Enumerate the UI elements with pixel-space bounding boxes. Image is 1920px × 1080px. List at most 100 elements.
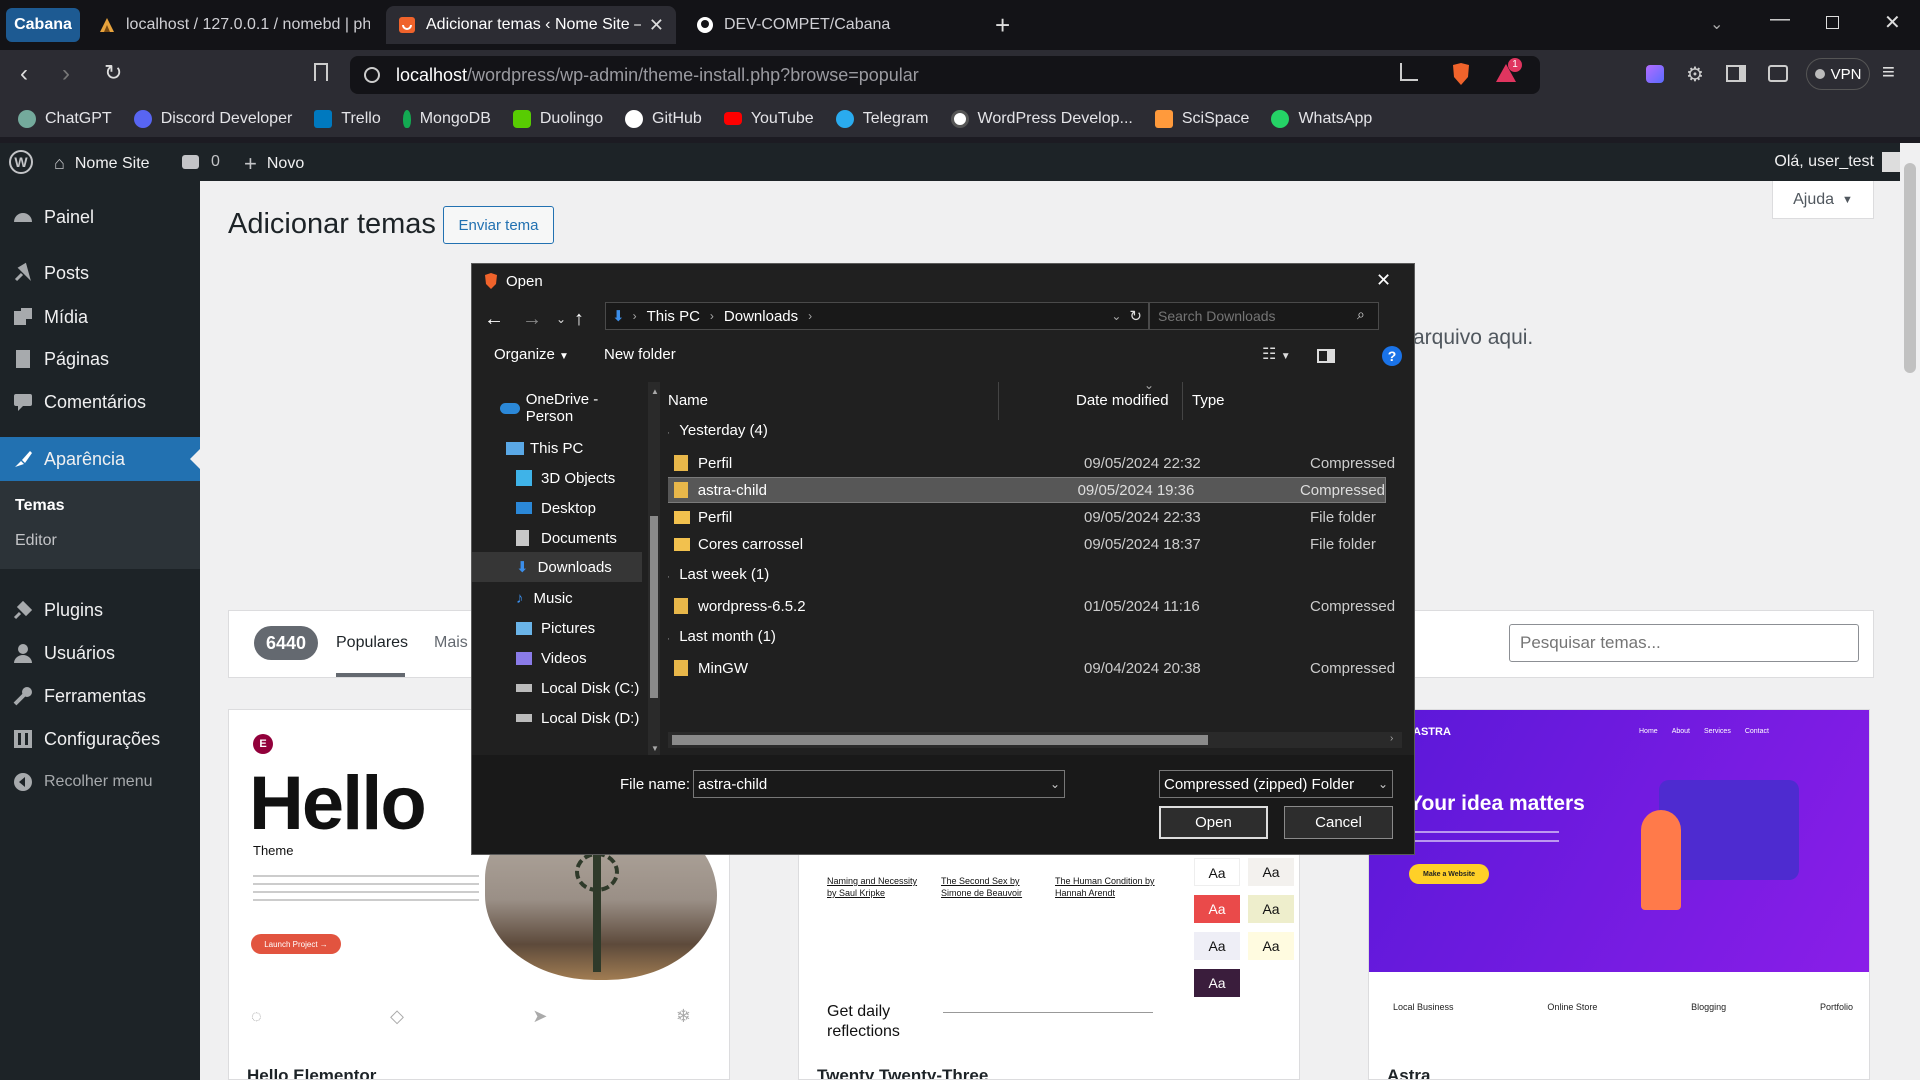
file-row[interactable]: Perfil 09/05/2024 22:33 File folder [668, 504, 1398, 530]
column-header-name[interactable]: Name [668, 392, 708, 409]
menu-comentarios[interactable]: Comentários [0, 382, 200, 422]
tab-phpmyadmin[interactable]: localhost / 127.0.0.1 / nomebd | php [98, 6, 370, 44]
preview-pane-icon[interactable] [1317, 349, 1335, 363]
comments-link[interactable]: 0 [182, 153, 220, 171]
back-arrow-icon[interactable]: ← [484, 308, 504, 331]
wordpress-logo-icon[interactable]: W [9, 150, 33, 174]
nav-onedrive[interactable]: OneDrive - Person [500, 391, 648, 425]
site-name-link[interactable]: ⌂ Nome Site [54, 153, 150, 174]
file-row[interactable]: wordpress-6.5.2 01/05/2024 11:16 Compres… [668, 593, 1398, 619]
view-options-icon[interactable]: ☷ ▼ [1262, 344, 1291, 364]
nav-music[interactable]: ♪ Music [516, 584, 573, 612]
tab-search-icon[interactable]: ⌄ [1710, 14, 1723, 34]
address-bar[interactable]: localhost /wordpress/wp-admin/theme-inst… [350, 56, 1540, 94]
breadcrumb-bar[interactable]: ⬇ › This PC › Downloads › ⌄ ↻ [605, 302, 1149, 330]
user-account-link[interactable]: Olá, user_test [1774, 152, 1902, 172]
address-dropdown-icon[interactable]: ⌄ [1111, 309, 1121, 323]
bookmark-duolingo[interactable]: Duolingo [512, 109, 603, 128]
nav-local-disk-d[interactable]: Local Disk (D:) [516, 704, 639, 732]
bookmark-chatgpt[interactable]: ChatGPT [18, 109, 112, 128]
column-header-type[interactable]: Type [1192, 392, 1225, 409]
reload-icon[interactable]: ↻ [104, 60, 122, 86]
refresh-icon[interactable]: ↻ [1129, 307, 1142, 325]
bookmark-wordpress[interactable]: WordPress Develop... [950, 109, 1133, 128]
breadcrumb-this-pc[interactable]: This PC [647, 308, 700, 325]
search-themes-input[interactable] [1509, 624, 1859, 662]
menu-usuarios[interactable]: Usuários [0, 633, 200, 673]
filter-popular-tab[interactable]: Populares [336, 634, 408, 652]
extensions-icon[interactable]: ⚙ [1686, 62, 1704, 87]
share-icon[interactable] [1400, 63, 1418, 81]
nav-desktop[interactable]: Desktop [516, 494, 596, 522]
bookmark-icon[interactable] [314, 63, 328, 81]
menu-plugins[interactable]: Plugins [0, 590, 200, 630]
menu-configuracoes[interactable]: Configurações [0, 719, 200, 759]
scrollbar-thumb[interactable] [1904, 163, 1916, 373]
menu-paginas[interactable]: Páginas [0, 339, 200, 379]
open-button[interactable]: Open [1159, 806, 1268, 839]
forward-icon[interactable]: › [62, 60, 70, 88]
file-row[interactable]: Cores carrossel 09/05/2024 18:37 File fo… [668, 531, 1398, 557]
nav-local-disk-c[interactable]: Local Disk (C:) [516, 674, 639, 702]
bookmark-mongodb[interactable]: MongoDB [402, 109, 491, 128]
new-content-link[interactable]: + Novo [244, 151, 304, 177]
nav-pictures[interactable]: Pictures [516, 614, 595, 642]
menu-icon[interactable]: ≡ [1882, 59, 1895, 85]
minimize-icon[interactable]: — [1770, 8, 1790, 31]
scrollbar-thumb[interactable] [672, 735, 1208, 745]
file-row-selected[interactable]: astra-child 09/05/2024 19:36 Compressed [668, 477, 1386, 503]
leo-ai-icon[interactable] [1646, 65, 1664, 83]
theme-card-astra[interactable]: ASTRA Home About Services Contact Your i… [1368, 709, 1870, 1080]
file-row[interactable]: MinGW 09/04/2024 20:38 Compressed [668, 655, 1398, 681]
bookmark-scispace[interactable]: SciSpace [1154, 109, 1249, 128]
menu-aparencia[interactable]: Aparência [0, 437, 200, 481]
nav-downloads[interactable]: ⬇ Downloads [472, 552, 642, 582]
menu-midia[interactable]: Mídia [0, 297, 200, 337]
group-last-month[interactable]: ⌄ Last month (1) [668, 628, 776, 645]
menu-posts[interactable]: Posts [0, 253, 200, 293]
restore-icon[interactable] [1826, 16, 1839, 29]
bookmark-github[interactable]: GitHub [625, 109, 702, 128]
new-tab-button[interactable]: + [995, 10, 1010, 41]
file-row[interactable]: Perfil 09/05/2024 22:32 Compressed [668, 450, 1398, 476]
filename-combobox[interactable]: astra-child ⌄ [693, 770, 1065, 798]
bookmark-telegram[interactable]: Telegram [835, 109, 929, 128]
sidebar-toggle-icon[interactable] [1726, 65, 1746, 82]
breadcrumb-downloads[interactable]: Downloads [724, 308, 798, 325]
filetype-select[interactable]: Compressed (zipped) Folder ⌄ [1159, 770, 1393, 798]
nav-this-pc[interactable]: This PC [506, 434, 583, 462]
wallet-icon[interactable] [1768, 65, 1788, 82]
bookmark-youtube[interactable]: YouTube [723, 110, 814, 128]
back-icon[interactable]: ‹ [20, 60, 28, 88]
bookmark-trello[interactable]: Trello [314, 109, 381, 128]
scrollbar-thumb[interactable] [650, 516, 658, 698]
tab-group-label[interactable]: Cabana [6, 8, 80, 42]
submenu-editor[interactable]: Editor [15, 532, 57, 550]
dialog-close-icon[interactable]: ✕ [1376, 270, 1391, 291]
column-header-date[interactable]: Date modified [1076, 392, 1169, 409]
search-downloads-input[interactable] [1149, 302, 1379, 330]
submenu-temas[interactable]: Temas [15, 497, 65, 515]
close-window-icon[interactable]: ✕ [1884, 10, 1901, 35]
help-tab-button[interactable]: Ajuda ▼ [1772, 181, 1874, 219]
bookmark-discord[interactable]: Discord Developer [133, 109, 292, 128]
page-scrollbar[interactable] [1900, 143, 1920, 1080]
tab-adicionar-temas[interactable]: Adicionar temas ‹ Nome Site — ✕ [386, 6, 676, 44]
menu-ferramentas[interactable]: Ferramentas [0, 676, 200, 716]
vpn-button[interactable]: VPN [1806, 58, 1870, 90]
nav-documents[interactable]: Documents [516, 524, 617, 552]
bookmark-whatsapp[interactable]: WhatsApp [1271, 109, 1372, 128]
horizontal-scrollbar[interactable]: ‹ › [668, 732, 1402, 748]
nav-videos[interactable]: Videos [516, 644, 587, 672]
help-icon[interactable]: ? [1382, 346, 1402, 366]
nav-scrollbar[interactable]: ▲ ▼ [648, 382, 660, 760]
organize-button[interactable]: Organize ▼ [494, 346, 569, 363]
site-info-icon[interactable] [364, 67, 380, 83]
recent-locations-icon[interactable]: ⌄ [556, 312, 566, 326]
group-yesterday[interactable]: ⌄ Yesterday (4) [668, 422, 768, 439]
nav-3d-objects[interactable]: 3D Objects [516, 464, 615, 492]
up-arrow-icon[interactable]: ↑ [574, 308, 584, 331]
forward-arrow-icon[interactable]: → [522, 308, 542, 331]
tab-github[interactable]: DEV-COMPET/Cabana [696, 6, 946, 44]
new-folder-button[interactable]: New folder [604, 346, 676, 363]
